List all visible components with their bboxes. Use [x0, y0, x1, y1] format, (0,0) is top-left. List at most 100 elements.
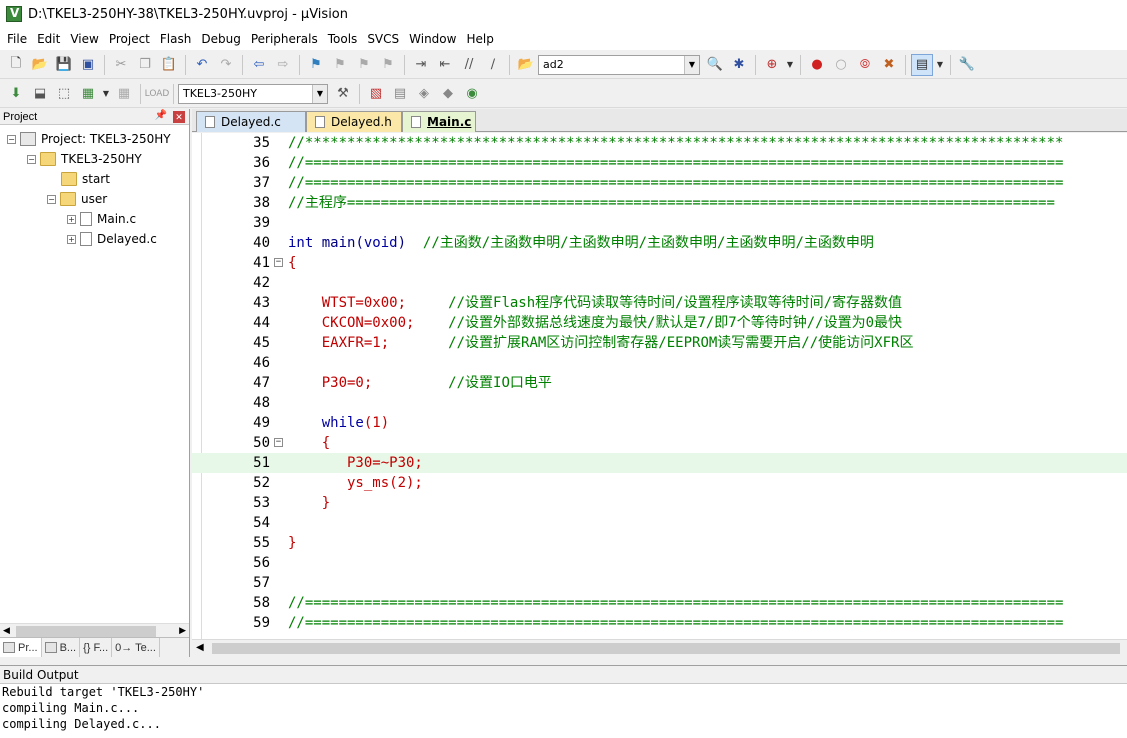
build-output-line: compiling Main.c...	[2, 701, 140, 715]
find-in-files-icon[interactable]: 📂	[515, 54, 537, 76]
bookmark-icon[interactable]: ⚑	[305, 54, 327, 76]
menu-svcs[interactable]: SVCS	[362, 29, 404, 49]
close-icon[interactable]: ✕	[173, 111, 185, 123]
line-number: 55	[253, 535, 270, 551]
navigate-back-icon[interactable]: ⇦	[248, 54, 270, 76]
tab-project[interactable]: Pr...	[0, 638, 42, 657]
kill-breakpoints-icon[interactable]: ✖	[878, 54, 900, 76]
redo-icon[interactable]: ↷	[215, 54, 237, 76]
tab-delayed-c[interactable]: Delayed.c	[196, 111, 306, 132]
scroll-thumb[interactable]	[212, 643, 1120, 654]
download-load-icon[interactable]: LOAD	[145, 83, 170, 105]
incremental-find-icon[interactable]: ✱	[728, 54, 750, 76]
menu-project[interactable]: Project	[104, 29, 155, 49]
open-folder-icon[interactable]: 📂	[29, 54, 51, 76]
tab-main-c[interactable]: Main.c	[402, 111, 476, 132]
tab-templates[interactable]: 0→ Te...	[112, 638, 160, 657]
fold-collapse-icon[interactable]: −	[274, 258, 283, 267]
chevron-down-icon[interactable]: ▼	[935, 54, 945, 76]
configure-wrench-icon[interactable]: 🔧	[956, 54, 978, 76]
scroll-left-icon[interactable]: ◀	[196, 642, 204, 653]
menu-peripherals[interactable]: Peripherals	[246, 29, 323, 49]
tree-project-root[interactable]: − Project: TKEL3-250HY	[7, 129, 171, 149]
batch-build-icon[interactable]: ▦	[77, 83, 99, 105]
uncomment-icon[interactable]: ∕	[482, 54, 504, 76]
build-icon[interactable]: ⬓	[29, 83, 51, 105]
save-icon[interactable]: 💾	[53, 54, 75, 76]
find-combo[interactable]: ad2 ▼	[538, 54, 700, 75]
indent-icon[interactable]: ⇥	[410, 54, 432, 76]
editor-hscroll[interactable]: ◀	[192, 639, 1127, 657]
copy-icon[interactable]: ❐	[134, 54, 156, 76]
menu-view[interactable]: View	[65, 29, 103, 49]
disable-breakpoints-icon[interactable]: ⦾	[854, 54, 876, 76]
build-output-line: Rebuild target 'TKEL3-250HY'	[2, 685, 205, 699]
tree-file-delayed-c[interactable]: + Delayed.c	[67, 229, 157, 249]
comment-icon[interactable]: //	[458, 54, 480, 76]
new-file-icon[interactable]: 🗋	[5, 54, 27, 76]
select-software-packs-icon[interactable]: ◆	[437, 83, 459, 105]
code-line: 46	[192, 353, 1127, 373]
paste-icon[interactable]: 📋	[158, 54, 180, 76]
tree-target-label: TKEL3-250HY	[61, 152, 142, 166]
window-layout-icon[interactable]: ▤	[911, 53, 933, 76]
tree-group-start-label: start	[82, 172, 110, 186]
tab-functions[interactable]: {} F...	[80, 638, 113, 657]
menu-flash[interactable]: Flash	[155, 29, 196, 49]
target-combo[interactable]: TKEL3-250HY ▼	[178, 83, 328, 104]
insert-breakpoint-icon[interactable]: ●	[806, 54, 828, 76]
clear-bookmarks-icon[interactable]: ⚑	[377, 54, 399, 76]
tab-delayed-h[interactable]: Delayed.h	[306, 111, 402, 132]
uvision-app-icon	[6, 6, 22, 22]
expand-icon[interactable]: +	[67, 234, 76, 244]
build-toolbar: ⬇ ⬓ ⬚ ▦ ▼ ▦ LOAD TKEL3-250HY ▼ ⚒ ▧ ▤ ◈ ◆…	[0, 80, 1127, 108]
tree-group-user[interactable]: − user	[47, 189, 107, 209]
collapse-icon[interactable]: −	[7, 134, 16, 144]
chevron-down-icon[interactable]: ▼	[312, 84, 327, 103]
expand-icon[interactable]: +	[67, 214, 76, 224]
h-file-icon	[315, 116, 325, 128]
menu-tools[interactable]: Tools	[323, 29, 363, 49]
scroll-left-icon[interactable]: ◀	[3, 625, 10, 636]
menu-window[interactable]: Window	[404, 29, 461, 49]
rebuild-icon[interactable]: ⬚	[53, 83, 75, 105]
tab-books[interactable]: B...	[42, 638, 81, 657]
scroll-right-icon[interactable]: ▶	[179, 625, 186, 636]
menu-edit[interactable]: Edit	[32, 29, 65, 49]
pack-installer-icon[interactable]: ◉	[461, 83, 483, 105]
scroll-thumb[interactable]	[16, 626, 156, 637]
fold-collapse-icon[interactable]: −	[274, 438, 283, 447]
next-bookmark-icon[interactable]: ⚑	[353, 54, 375, 76]
menu-file[interactable]: File	[2, 29, 32, 49]
tree-file-main-c[interactable]: + Main.c	[67, 209, 136, 229]
tree-target[interactable]: − TKEL3-250HY	[27, 149, 142, 169]
collapse-icon[interactable]: −	[27, 154, 36, 164]
debug-session-icon[interactable]: ⊕	[761, 54, 783, 76]
manage-run-time-env-icon[interactable]: ◈	[413, 83, 435, 105]
target-options-icon[interactable]: ⚒	[332, 83, 354, 105]
find-icon[interactable]: 🔍	[704, 54, 726, 76]
manage-multi-project-icon[interactable]: ▤	[389, 83, 411, 105]
keyword: while	[288, 415, 364, 431]
chevron-down-icon[interactable]: ▼	[785, 54, 795, 76]
code-editor[interactable]: 35 //************************************…	[192, 133, 1127, 639]
menu-help[interactable]: Help	[461, 29, 498, 49]
tab-templates-label: 0→ Te...	[115, 641, 156, 654]
pin-icon[interactable]: 📌	[155, 110, 167, 121]
chevron-down-icon[interactable]: ▼	[684, 55, 699, 74]
enable-breakpoint-icon[interactable]: ○	[830, 54, 852, 76]
unindent-icon[interactable]: ⇤	[434, 54, 456, 76]
save-all-icon[interactable]: ▣	[77, 54, 99, 76]
punct: (	[355, 235, 364, 251]
prev-bookmark-icon[interactable]: ⚑	[329, 54, 351, 76]
manage-project-items-icon[interactable]: ▧	[365, 83, 387, 105]
menu-debug[interactable]: Debug	[196, 29, 245, 49]
collapse-icon[interactable]: −	[47, 194, 56, 204]
tree-group-start[interactable]: start	[61, 169, 110, 189]
cut-icon[interactable]: ✂	[110, 54, 132, 76]
navigate-forward-icon[interactable]: ⇨	[272, 54, 294, 76]
stop-build-icon[interactable]: ▦	[113, 83, 135, 105]
undo-icon[interactable]: ↶	[191, 54, 213, 76]
translate-icon[interactable]: ⬇	[5, 83, 27, 105]
chevron-down-icon[interactable]: ▼	[101, 83, 111, 105]
